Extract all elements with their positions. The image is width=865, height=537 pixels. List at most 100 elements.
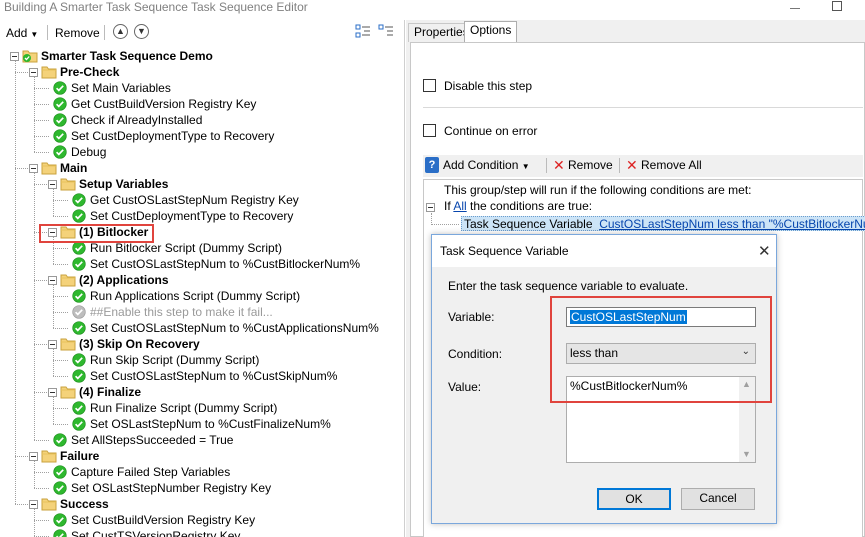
tree-item-label: Debug bbox=[71, 145, 107, 159]
tree-step[interactable]: Debug bbox=[0, 144, 405, 160]
tree-line bbox=[34, 392, 49, 393]
tree-line bbox=[34, 440, 49, 441]
all-link[interactable]: All bbox=[453, 199, 466, 213]
tree-line bbox=[53, 349, 54, 376]
tree-step[interactable]: Set CustOSLastStepNum to %CustSkipNum% bbox=[0, 368, 405, 384]
tree-line bbox=[34, 184, 49, 185]
add-menu-button[interactable]: Add ▼ bbox=[6, 26, 38, 40]
success-check-icon bbox=[72, 353, 86, 367]
tree-line bbox=[53, 200, 68, 201]
tree-expander[interactable] bbox=[10, 52, 19, 61]
tree-group-finalize[interactable]: (4) Finalize bbox=[0, 384, 405, 400]
tree-step[interactable]: Set OSLastStepNum to %CustFinalizeNum% bbox=[0, 416, 405, 432]
tree-step[interactable]: Set CustDeploymentType to Recovery bbox=[0, 128, 405, 144]
tree-root[interactable]: Smarter Task Sequence Demo bbox=[0, 48, 405, 64]
tree-line bbox=[34, 488, 49, 489]
tree-item-label: Set CustOSLastStepNum to %CustBitlockerN… bbox=[90, 257, 361, 271]
tree-step[interactable]: Set CustDeploymentType to Recovery bbox=[0, 208, 405, 224]
tree-expander[interactable] bbox=[29, 500, 38, 509]
folder-icon bbox=[22, 49, 38, 63]
tree-group-skip-on-recovery[interactable]: (3) Skip On Recovery bbox=[0, 336, 405, 352]
maximize-button[interactable] bbox=[832, 1, 842, 11]
tree-step[interactable]: Set CustOSLastStepNum to %CustBitlockerN… bbox=[0, 256, 405, 272]
condition-expander[interactable] bbox=[426, 203, 435, 212]
close-icon[interactable]: ✕ bbox=[758, 242, 771, 260]
minimize-button[interactable] bbox=[790, 8, 800, 9]
checkbox-box[interactable] bbox=[423, 124, 436, 137]
tree-step[interactable]: Set AllStepsSucceeded = True bbox=[0, 432, 405, 448]
tree-step[interactable]: Get CustOSLastStepNum Registry Key bbox=[0, 192, 405, 208]
tree-step[interactable]: Set CustTSVersionRegistry Key bbox=[0, 528, 405, 537]
remove-icon: ✕ bbox=[553, 157, 565, 173]
tree-expander[interactable] bbox=[48, 276, 57, 285]
tab-options[interactable]: Options bbox=[464, 21, 518, 42]
success-check-icon bbox=[53, 433, 67, 447]
tree-item-label: Success bbox=[60, 497, 109, 511]
tree-group-pre-check[interactable]: Pre-Check bbox=[0, 64, 405, 80]
move-down-icon[interactable]: ▼ bbox=[134, 24, 149, 39]
tree-step[interactable]: Check if AlreadyInstalled bbox=[0, 112, 405, 128]
tab-strip: Properties Options bbox=[406, 20, 865, 42]
tree-step[interactable]: Capture Failed Step Variables bbox=[0, 464, 405, 480]
scroll-down-icon[interactable]: ▼ bbox=[742, 449, 751, 459]
collapse-all-icon[interactable] bbox=[378, 23, 394, 39]
tree-line bbox=[53, 264, 68, 265]
tree-step[interactable]: Get CustBuildVersion Registry Key bbox=[0, 96, 405, 112]
tree-expander[interactable] bbox=[29, 68, 38, 77]
success-check-icon bbox=[72, 257, 86, 271]
tree-group-applications[interactable]: (2) Applications bbox=[0, 272, 405, 288]
tree-expander[interactable] bbox=[48, 180, 57, 189]
tree-step[interactable]: Set Main Variables bbox=[0, 80, 405, 96]
tree-item-label: Run Finalize Script (Dummy Script) bbox=[90, 401, 278, 415]
expand-all-icon[interactable] bbox=[355, 23, 371, 39]
tree-step-disabled[interactable]: ##Enable this step to make it fail... bbox=[0, 304, 405, 320]
value-label: Value: bbox=[448, 380, 482, 394]
if-condition-line: If All the conditions are true: bbox=[444, 199, 593, 213]
tree-line bbox=[53, 296, 68, 297]
tree-line bbox=[53, 285, 54, 328]
tree-group-setup-variables[interactable]: Setup Variables bbox=[0, 176, 405, 192]
tree-expander[interactable] bbox=[48, 388, 57, 397]
tree-item-label: ##Enable this step to make it fail... bbox=[90, 305, 273, 319]
cancel-button[interactable]: Cancel bbox=[681, 488, 755, 510]
tree-group-failure[interactable]: Failure bbox=[0, 448, 405, 464]
tree-step[interactable]: Set OSLastStepNumber Registry Key bbox=[0, 480, 405, 496]
tree-expander[interactable] bbox=[29, 452, 38, 461]
condition-intro: This group/step will run if the followin… bbox=[444, 183, 752, 197]
tree-step[interactable]: Set CustOSLastStepNum to %CustApplicatio… bbox=[0, 320, 405, 336]
tree-group-success[interactable]: Success bbox=[0, 496, 405, 512]
tree-toolbar: Add ▼ Remove ▲ ▼ bbox=[0, 20, 405, 46]
tree-expander[interactable] bbox=[29, 164, 38, 173]
tree-line bbox=[15, 456, 30, 457]
tree-line bbox=[34, 104, 49, 105]
selected-condition[interactable]: Task Sequence Variable CustOSLastStepNum… bbox=[461, 216, 865, 231]
tree-line bbox=[53, 248, 68, 249]
tree-group-main[interactable]: Main bbox=[0, 160, 405, 176]
tree-line bbox=[34, 173, 35, 440]
success-check-icon bbox=[53, 529, 67, 537]
remove-button[interactable]: Remove bbox=[55, 26, 100, 40]
tree-item-label: Get CustBuildVersion Registry Key bbox=[71, 97, 257, 111]
folder-icon bbox=[41, 65, 57, 79]
toolbar-separator bbox=[546, 158, 547, 173]
ok-button[interactable]: OK bbox=[597, 488, 671, 510]
tree-line bbox=[431, 224, 459, 225]
add-condition-button[interactable]: Add Condition ▼ bbox=[443, 158, 530, 172]
tree-expander[interactable] bbox=[48, 340, 57, 349]
remove-all-button[interactable]: Remove All bbox=[641, 158, 702, 172]
help-icon: ? bbox=[425, 157, 439, 173]
tree-step[interactable]: Run Finalize Script (Dummy Script) bbox=[0, 400, 405, 416]
move-up-icon[interactable]: ▲ bbox=[113, 24, 128, 39]
success-check-icon bbox=[53, 129, 67, 143]
folder-icon bbox=[41, 449, 57, 463]
tree-step[interactable]: Set CustBuildVersion Registry Key bbox=[0, 512, 405, 528]
tree-item-label: Pre-Check bbox=[60, 65, 120, 79]
disable-step-label: Disable this step bbox=[444, 79, 533, 93]
condition-link[interactable]: CustOSLastStepNum less than "%CustBitloc… bbox=[599, 217, 865, 231]
window-title: Building A Smarter Task Sequence Task Se… bbox=[4, 0, 308, 14]
tree-step[interactable]: Run Applications Script (Dummy Script) bbox=[0, 288, 405, 304]
tree-item-label: Set OSLastStepNumber Registry Key bbox=[71, 481, 272, 495]
checkbox-box[interactable] bbox=[423, 79, 436, 92]
remove-condition-button[interactable]: Remove bbox=[568, 158, 613, 172]
tree-step[interactable]: Run Skip Script (Dummy Script) bbox=[0, 352, 405, 368]
